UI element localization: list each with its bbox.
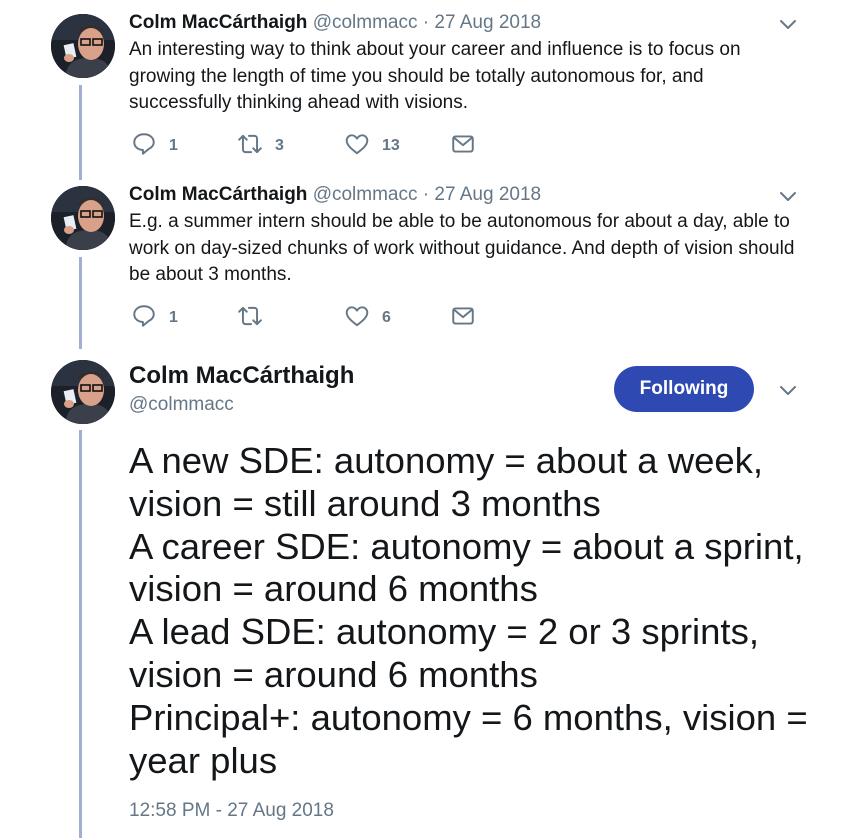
tweet-header: Colm MacCárthaigh @colmmacc · 27 Aug 201… xyxy=(129,12,541,34)
tweet-actions: 1 6 xyxy=(129,303,529,333)
main-tweet-text: A new SDE: autonomy = about a week, visi… xyxy=(129,440,808,781)
author-name[interactable]: Colm MacCárthaigh xyxy=(129,12,307,33)
following-button[interactable]: Following xyxy=(614,366,754,412)
retweet-icon xyxy=(237,303,263,334)
reply-count: 1 xyxy=(169,309,178,326)
retweet-button[interactable] xyxy=(237,303,275,333)
main-author-handle[interactable]: @colmmacc xyxy=(129,394,234,416)
like-count: 13 xyxy=(382,137,400,154)
tweet-actions: 1 3 13 xyxy=(129,131,529,161)
dm-button[interactable] xyxy=(450,131,476,161)
avatar[interactable] xyxy=(51,360,115,424)
avatar[interactable] xyxy=(51,186,115,250)
main-author-name[interactable]: Colm MacCárthaigh xyxy=(129,362,354,390)
tweet-timestamp[interactable]: 12:58 PM - 27 Aug 2018 xyxy=(129,800,334,822)
tweet-header: Colm MacCárthaigh @colmmacc · 27 Aug 201… xyxy=(129,184,541,206)
dm-button[interactable] xyxy=(450,303,476,333)
chevron-down-icon[interactable] xyxy=(778,186,798,206)
tweet-text: An interesting way to think about your c… xyxy=(129,39,741,113)
retweet-button[interactable]: 3 xyxy=(237,131,284,161)
like-icon xyxy=(344,303,370,334)
separator: · xyxy=(422,12,430,33)
thread-line xyxy=(79,85,82,180)
thread-line xyxy=(79,430,82,838)
reply-button[interactable]: 1 xyxy=(131,131,178,161)
tweet-date[interactable]: 27 Aug 2018 xyxy=(434,184,541,205)
author-handle[interactable]: @colmmacc xyxy=(313,184,418,205)
retweet-count: 3 xyxy=(275,137,284,154)
like-icon xyxy=(344,131,370,162)
like-button[interactable]: 13 xyxy=(344,131,400,161)
like-button[interactable]: 6 xyxy=(344,303,391,333)
retweet-icon xyxy=(237,131,263,162)
reply-button[interactable]: 1 xyxy=(131,303,178,333)
avatar[interactable] xyxy=(51,14,115,78)
chevron-down-icon[interactable] xyxy=(778,14,798,34)
dm-icon xyxy=(450,303,476,334)
tweet-text: E.g. a summer intern should be able to b… xyxy=(129,211,795,285)
reply-icon xyxy=(131,303,157,334)
chevron-down-icon[interactable] xyxy=(778,380,798,400)
reply-count: 1 xyxy=(169,137,178,154)
like-count: 6 xyxy=(382,309,391,326)
thread-line xyxy=(79,257,82,349)
separator: · xyxy=(422,184,430,205)
author-handle[interactable]: @colmmacc xyxy=(313,12,418,33)
dm-icon xyxy=(450,131,476,162)
tweet-date[interactable]: 27 Aug 2018 xyxy=(434,12,541,33)
reply-icon xyxy=(131,131,157,162)
author-name[interactable]: Colm MacCárthaigh xyxy=(129,184,307,205)
